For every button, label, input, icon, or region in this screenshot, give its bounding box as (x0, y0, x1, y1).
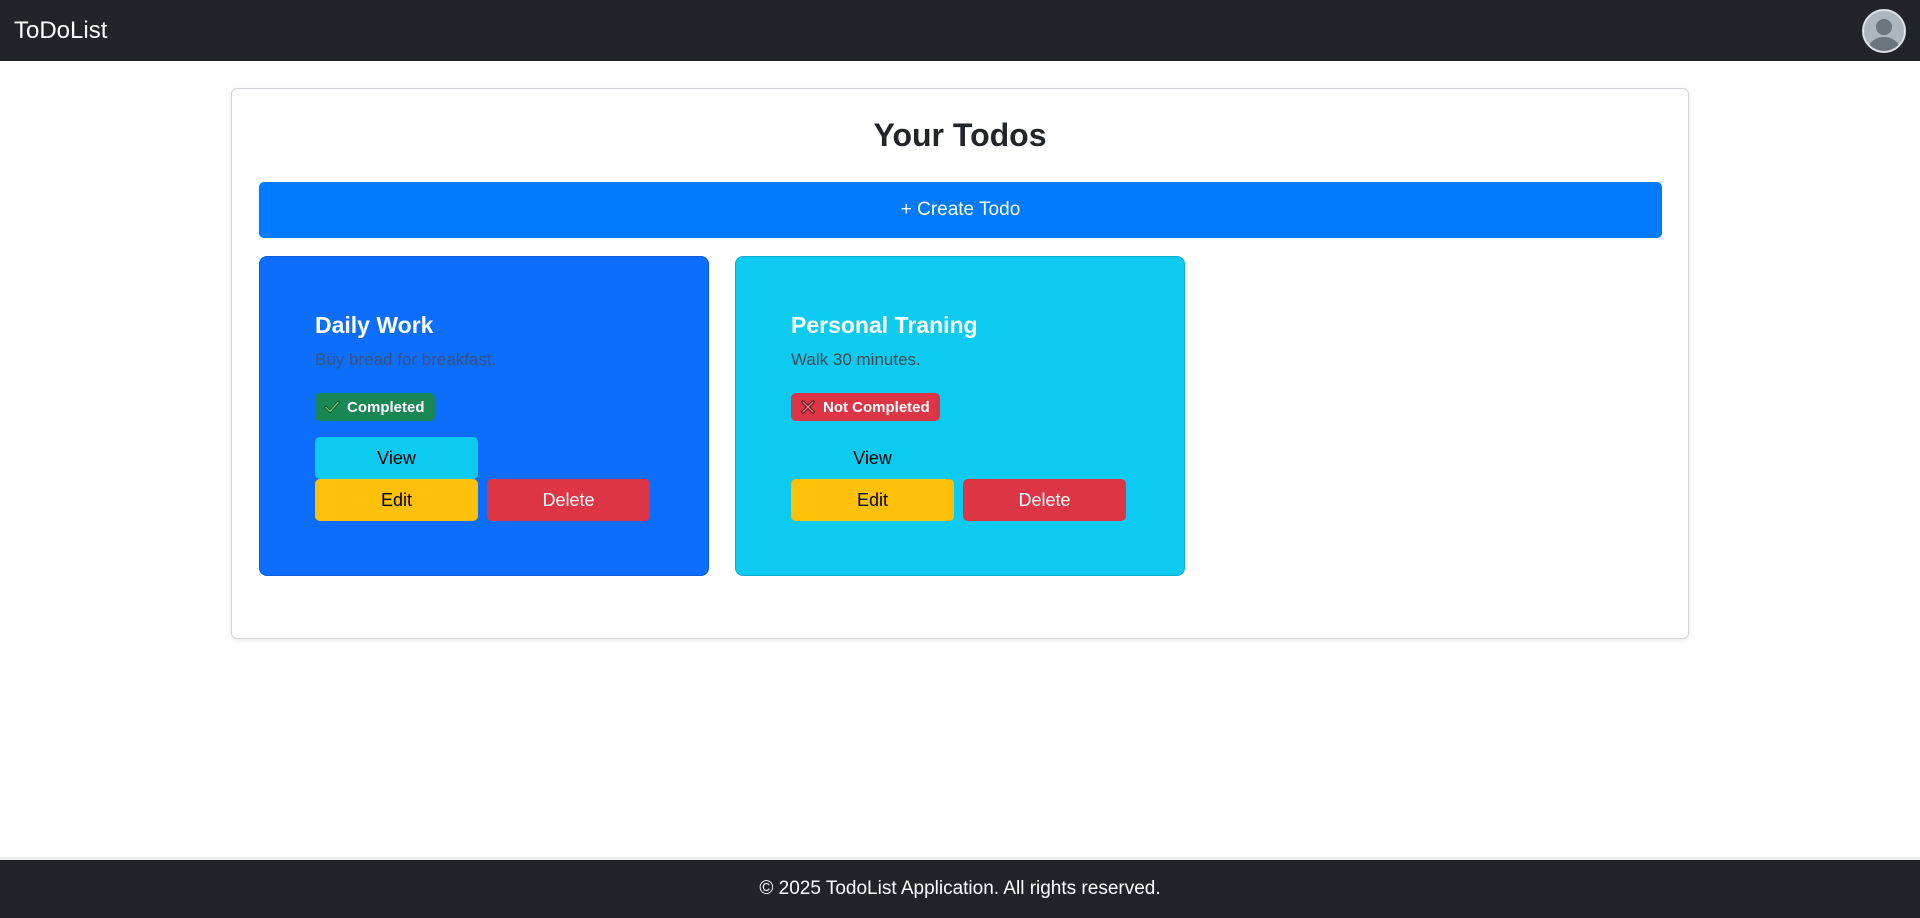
view-button[interactable]: View (315, 437, 478, 479)
edit-button[interactable]: Edit (791, 479, 954, 521)
delete-button[interactable]: Delete (487, 479, 650, 521)
check-icon (324, 401, 340, 413)
edit-button[interactable]: Edit (315, 479, 478, 521)
todo-card: Daily Work Buy bread for breakfast. Comp… (259, 256, 709, 576)
view-button[interactable]: View (791, 437, 954, 479)
avatar-head (1876, 18, 1892, 35)
todo-description: Buy bread for breakfast. (315, 350, 497, 369)
todo-title: Daily Work (315, 312, 434, 338)
status-badge: Completed (315, 393, 435, 421)
footer-text: © 2025 TodoList Application. All rights … (759, 878, 1161, 899)
todo-card: Personal Traning Walk 30 minutes. Not Co… (735, 256, 1185, 576)
footer: © 2025 TodoList Application. All rights … (0, 857, 1920, 918)
create-todo-button[interactable]: + Create Todo (259, 182, 1662, 238)
x-icon (801, 400, 815, 414)
page-title: Your Todos (873, 117, 1047, 153)
brand-logo[interactable]: ToDoList (14, 17, 107, 45)
status-label: Not Completed (823, 398, 930, 416)
delete-button[interactable]: Delete (963, 479, 1126, 521)
todo-title: Personal Traning (791, 312, 978, 338)
status-badge: Not Completed (791, 393, 940, 421)
avatar-body (1868, 36, 1900, 51)
status-label: Completed (347, 398, 425, 416)
todos-panel: Your Todos + Create Todo Daily Work Buy … (231, 88, 1689, 639)
user-avatar-icon[interactable] (1862, 8, 1906, 53)
todo-description: Walk 30 minutes. (791, 350, 921, 369)
navbar: ToDoList (0, 0, 1920, 61)
